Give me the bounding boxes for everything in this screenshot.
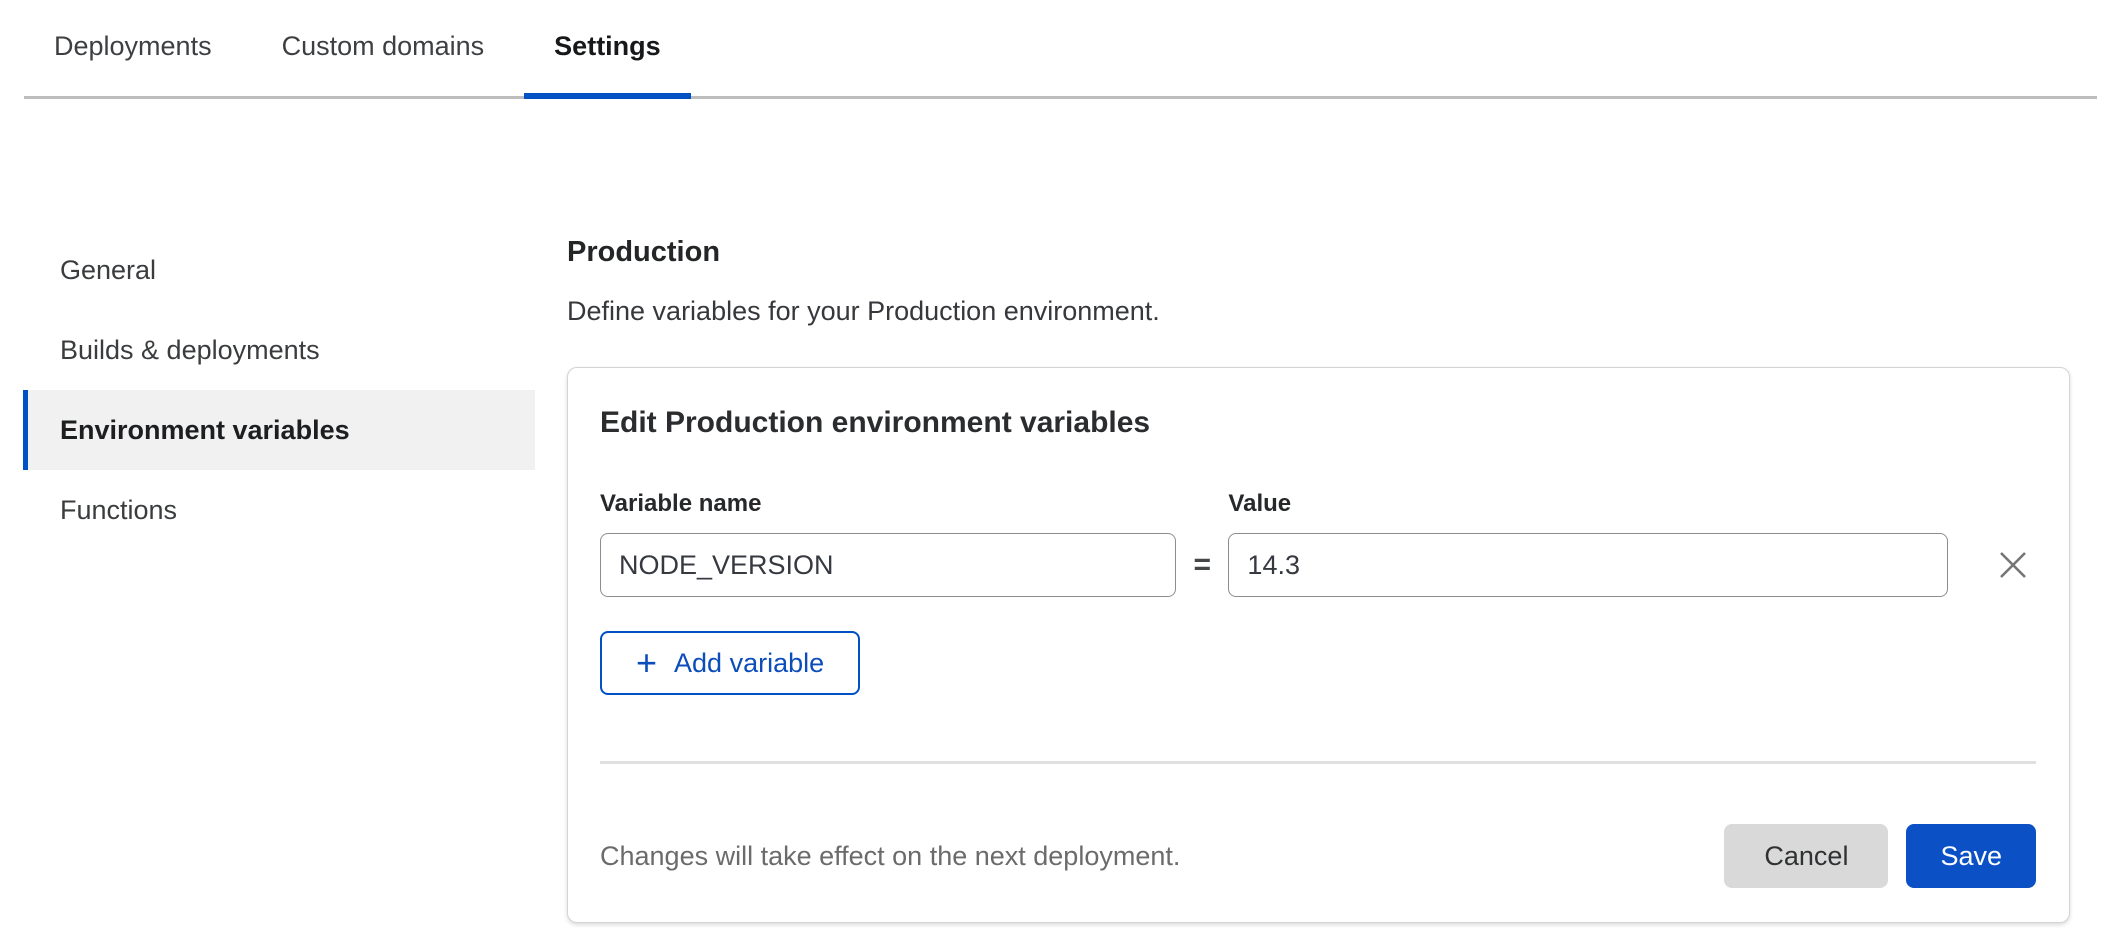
equals-sign: = (1176, 533, 1228, 597)
card-footer: Changes will take effect on the next dep… (600, 824, 2036, 888)
variable-name-input[interactable] (600, 533, 1176, 597)
cancel-button[interactable]: Cancel (1724, 824, 1888, 888)
add-variable-button[interactable]: + Add variable (600, 631, 860, 695)
env-vars-card: Edit Production environment variables Va… (567, 367, 2070, 923)
variable-value-input[interactable] (1228, 533, 1948, 597)
tab-settings[interactable]: Settings (524, 0, 691, 99)
remove-variable-button[interactable] (1990, 533, 2036, 597)
card-title: Edit Production environment variables (600, 406, 2036, 440)
variable-row: Variable name = Value (600, 490, 2036, 597)
sidebar-item-builds-deployments[interactable]: Builds & deployments (23, 310, 535, 390)
settings-layout: General Builds & deployments Environment… (0, 230, 2121, 923)
sidebar-item-functions[interactable]: Functions (23, 470, 535, 550)
footer-note: Changes will take effect on the next dep… (600, 841, 1724, 872)
variable-name-field: Variable name (600, 490, 1176, 597)
sidebar-item-environment-variables[interactable]: Environment variables (23, 390, 535, 470)
tab-custom-domains[interactable]: Custom domains (252, 0, 515, 99)
tab-deployments[interactable]: Deployments (24, 0, 242, 99)
project-tabbar: Deployments Custom domains Settings (24, 0, 2097, 99)
page-description: Define variables for your Production env… (567, 296, 2070, 327)
variable-value-label: Value (1228, 490, 1948, 518)
plus-icon: + (636, 645, 657, 681)
settings-sidebar: General Builds & deployments Environment… (23, 230, 535, 550)
page-title: Production (567, 236, 2070, 269)
card-divider (600, 761, 2036, 764)
add-variable-label: Add variable (674, 648, 824, 679)
variable-name-label: Variable name (600, 490, 1176, 518)
variable-value-field: Value (1228, 490, 1948, 597)
environment-variables-panel: Production Define variables for your Pro… (567, 230, 2070, 923)
sidebar-item-general[interactable]: General (23, 230, 535, 310)
close-icon (1996, 548, 2030, 582)
save-button[interactable]: Save (1906, 824, 2036, 888)
